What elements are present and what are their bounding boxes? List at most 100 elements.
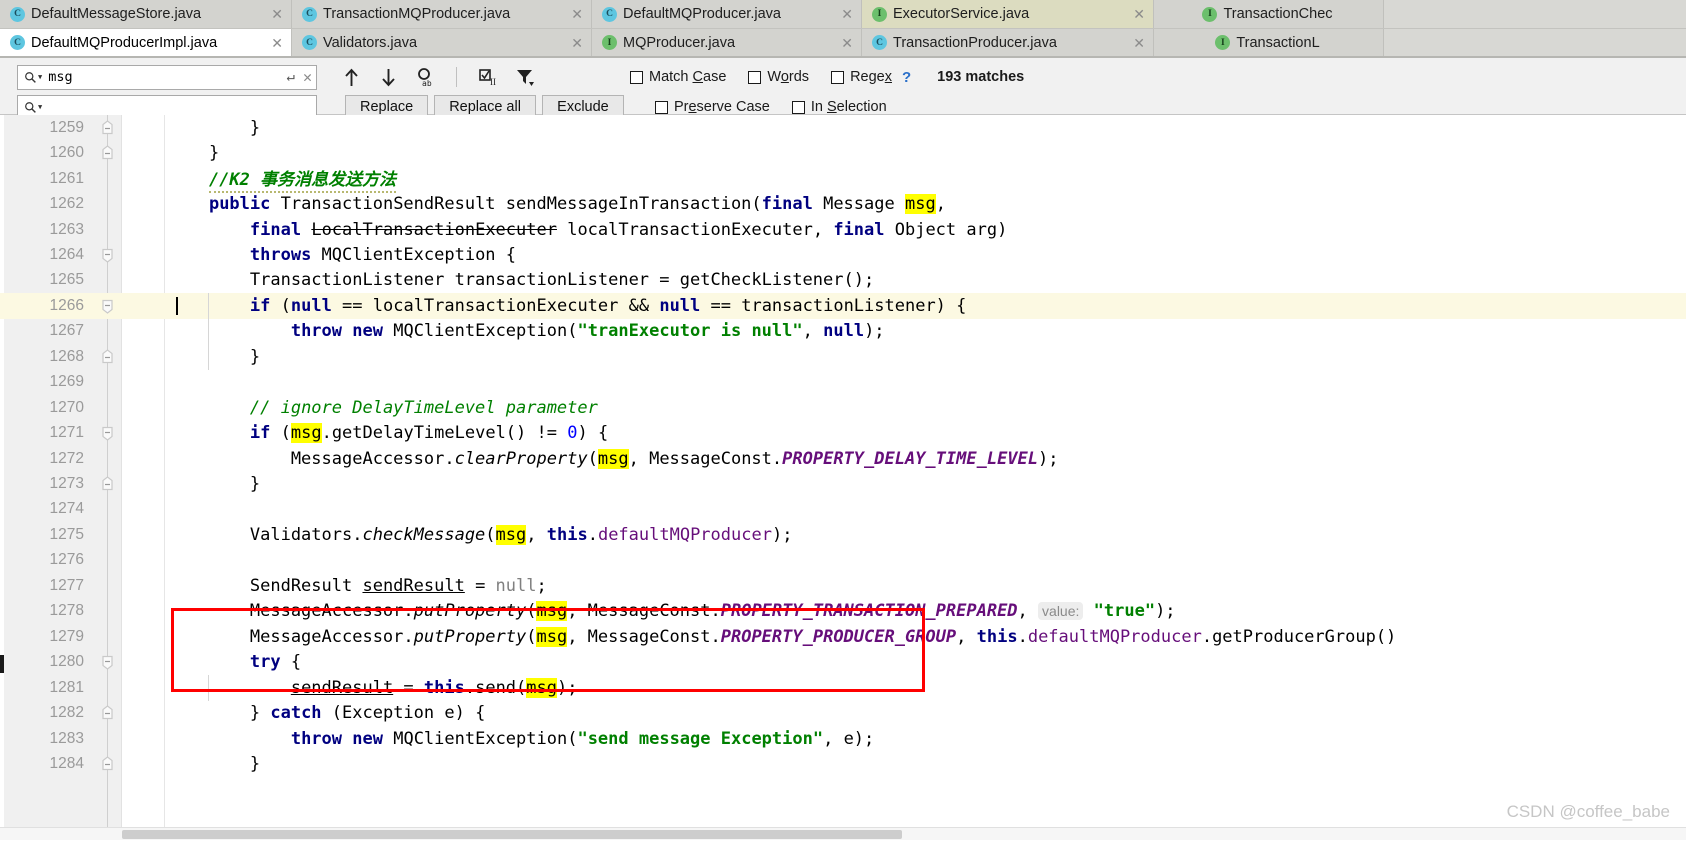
- match-count-label: 193 matches: [937, 69, 1025, 85]
- java-interface-icon: I: [602, 35, 617, 50]
- filter-icon[interactable]: [513, 65, 537, 89]
- fold-marker-start-icon[interactable]: [99, 297, 116, 314]
- code-line[interactable]: 1262 public TransactionSendResult sendMe…: [0, 191, 1686, 216]
- words-checkbox[interactable]: [748, 70, 762, 84]
- chevron-down-icon[interactable]: ▼: [38, 103, 42, 111]
- code-text: throw new MQClientException("send messag…: [290, 728, 875, 749]
- fold-marker-end-icon[interactable]: [99, 119, 116, 136]
- match-case-option[interactable]: Match Case: [630, 69, 726, 85]
- enter-icon[interactable]: ↵: [287, 69, 295, 85]
- fold-marker-start-icon[interactable]: [99, 246, 116, 263]
- code-line[interactable]: 1280 try {: [0, 649, 1686, 674]
- search-input[interactable]: ▼ msg ↵ ✕: [17, 64, 317, 90]
- code-line[interactable]: 1269: [0, 370, 1686, 395]
- find-next-icon[interactable]: [376, 65, 400, 89]
- select-all-occurrences-icon[interactable]: II: [476, 65, 500, 89]
- line-number: 1263: [49, 220, 84, 238]
- fold-marker-end-icon[interactable]: [99, 145, 116, 162]
- code-line[interactable]: 1267 throw new MQClientException("tranEx…: [0, 319, 1686, 344]
- code-line[interactable]: 1277 SendResult sendResult = null;: [0, 573, 1686, 598]
- code-line[interactable]: 1275 Validators. checkMessage(msg, this. d…: [0, 522, 1686, 547]
- code-text: //K2 事务消息发送方法: [168, 166, 397, 193]
- horizontal-scrollbar-thumb[interactable]: [122, 830, 902, 839]
- editor-tab-transaction-producer[interactable]: C TransactionProducer.java ✕: [862, 29, 1154, 56]
- preserve-case-checkbox[interactable]: [654, 100, 668, 114]
- code-text: sendResult = this .send(msg);: [290, 677, 578, 698]
- fold-marker-start-icon[interactable]: [99, 654, 116, 671]
- editor-tab-transaction-mq-producer[interactable]: C TransactionMQProducer.java ✕: [292, 0, 592, 28]
- find-replace-toolbar: ▼ msg ↵ ✕ ab II Match Case Words Regex ?…: [0, 58, 1686, 120]
- code-line[interactable]: 1264 throws MQClientException {: [0, 242, 1686, 267]
- code-line-current[interactable]: 1266 if (null == localTransactionExecute…: [0, 293, 1686, 319]
- code-line[interactable]: 1279 MessageAccessor. putProperty(msg, Me…: [0, 624, 1686, 649]
- code-line[interactable]: 1281 sendResult = this .send(msg);: [0, 675, 1686, 700]
- tab-label: DefaultMessageStore.java: [31, 6, 202, 22]
- code-text: MessageAccessor. putProperty(msg, Message…: [168, 626, 1397, 647]
- find-all-icon[interactable]: ab: [413, 65, 437, 89]
- code-editor[interactable]: 1259 } 1260 } 1261 //K2 事务消息发送方法 1262 pu…: [0, 115, 1686, 840]
- in-selection-checkbox[interactable]: [791, 100, 805, 114]
- code-line[interactable]: 1283 throw new MQClientException("send m…: [0, 726, 1686, 751]
- code-line[interactable]: 1260 }: [0, 140, 1686, 165]
- close-icon[interactable]: ✕: [833, 36, 853, 50]
- editor-tab-default-mq-producer[interactable]: C DefaultMQProducer.java ✕: [592, 0, 862, 28]
- editor-tab-transaction-listener[interactable]: I TransactionL: [1154, 29, 1384, 56]
- in-selection-option[interactable]: In Selection: [791, 99, 887, 115]
- tab-label: MQProducer.java: [623, 34, 736, 51]
- code-line[interactable]: 1278 MessageAccessor. putProperty(msg, Me…: [0, 599, 1686, 624]
- fold-marker-start-icon[interactable]: [99, 425, 116, 442]
- close-icon[interactable]: ✕: [263, 7, 283, 21]
- horizontal-scrollbar[interactable]: [0, 827, 1686, 840]
- line-number: 1271: [49, 424, 84, 442]
- close-icon[interactable]: ✕: [1125, 7, 1145, 21]
- code-line[interactable]: 1265 TransactionListener transactionList…: [0, 268, 1686, 293]
- code-line[interactable]: 1271 if (msg .getDelayTimeLevel() != 0) {: [0, 420, 1686, 445]
- editor-tab-executor-service[interactable]: I ExecutorService.java ✕: [862, 0, 1154, 28]
- code-line[interactable]: 1261 //K2 事务消息发送方法: [0, 166, 1686, 193]
- fold-marker-end-icon[interactable]: [99, 705, 116, 722]
- line-number: 1268: [49, 347, 84, 365]
- chevron-down-icon[interactable]: ▼: [38, 73, 42, 81]
- code-line[interactable]: 1276: [0, 548, 1686, 573]
- fold-marker-end-icon[interactable]: [99, 476, 116, 493]
- close-icon[interactable]: ✕: [563, 7, 583, 21]
- close-icon[interactable]: ✕: [1125, 36, 1145, 50]
- close-icon[interactable]: ✕: [833, 7, 853, 21]
- editor-tabbar-row-1[interactable]: C DefaultMessageStore.java ✕ C Transacti…: [0, 0, 1686, 29]
- watermark: CSDN @coffee_babe: [1506, 802, 1670, 821]
- fold-marker-end-icon[interactable]: [99, 755, 116, 772]
- code-line[interactable]: 1270 // ignore DelayTimeLevel parameter: [0, 395, 1686, 420]
- code-text: try {: [249, 652, 302, 673]
- editor-tab-default-message-store[interactable]: C DefaultMessageStore.java ✕: [0, 0, 292, 28]
- match-case-checkbox[interactable]: [630, 70, 643, 84]
- code-line[interactable]: 1274: [0, 497, 1686, 522]
- line-number: 1284: [49, 754, 84, 772]
- regex-option[interactable]: Regex: [831, 69, 892, 85]
- editor-tab-transaction-check[interactable]: I TransactionChec: [1154, 0, 1384, 28]
- clear-search-icon[interactable]: ✕: [303, 69, 312, 85]
- editor-tab-default-mq-producer-impl[interactable]: C DefaultMQProducerImpl.java ✕: [0, 29, 292, 56]
- tab-label: TransactionMQProducer.java: [323, 6, 511, 22]
- code-line[interactable]: 1282 } catch (Exception e) {: [0, 700, 1686, 725]
- words-option[interactable]: Words: [748, 69, 809, 85]
- search-icon: [24, 101, 37, 114]
- code-line[interactable]: 1268 }: [0, 344, 1686, 369]
- line-number: 1277: [49, 576, 84, 594]
- preserve-case-option[interactable]: Preserve Case: [654, 99, 770, 115]
- editor-tab-mq-producer[interactable]: I MQProducer.java ✕: [592, 29, 862, 56]
- code-line[interactable]: 1284 }: [0, 751, 1686, 776]
- code-line[interactable]: 1263 final LocalTransactionExecuter loca…: [0, 217, 1686, 242]
- find-previous-icon[interactable]: [339, 65, 363, 89]
- regex-checkbox[interactable]: [831, 70, 845, 84]
- editor-tab-validators[interactable]: C Validators.java ✕: [292, 29, 592, 56]
- fold-marker-end-icon[interactable]: [99, 348, 116, 365]
- code-line[interactable]: 1272 MessageAccessor. clearProperty(msg, …: [0, 446, 1686, 471]
- close-icon[interactable]: ✕: [263, 36, 283, 50]
- find-nav-icons: ab II: [339, 65, 537, 89]
- editor-tabbar-row-2[interactable]: C DefaultMQProducerImpl.java ✕ C Validat…: [0, 29, 1686, 58]
- code-text: if (msg .getDelayTimeLevel() != 0) {: [249, 423, 609, 444]
- close-icon[interactable]: ✕: [563, 36, 583, 50]
- code-line[interactable]: 1273 }: [0, 471, 1686, 496]
- code-line[interactable]: 1259 }: [0, 115, 1686, 140]
- regex-help-icon[interactable]: ?: [902, 69, 911, 86]
